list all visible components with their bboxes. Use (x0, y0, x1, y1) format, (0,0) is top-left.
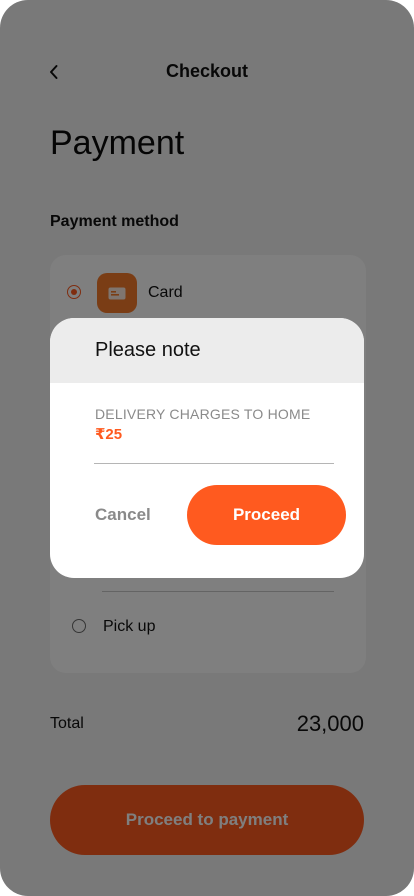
dialog-title: Please note (95, 339, 201, 361)
cancel-button[interactable]: Cancel (95, 505, 151, 525)
delivery-charge-label: DELIVERY CHARGES TO HOME (95, 406, 311, 422)
delivery-charge-dialog: Please note DELIVERY CHARGES TO HOME ₹25… (50, 318, 364, 578)
checkout-screen: Checkout Payment Payment method Card Pic… (0, 0, 414, 896)
dialog-divider (94, 463, 334, 464)
delivery-charge-amount: ₹25 (95, 426, 123, 443)
dialog-header: Please note (50, 318, 364, 383)
proceed-button[interactable]: Proceed (187, 485, 346, 545)
